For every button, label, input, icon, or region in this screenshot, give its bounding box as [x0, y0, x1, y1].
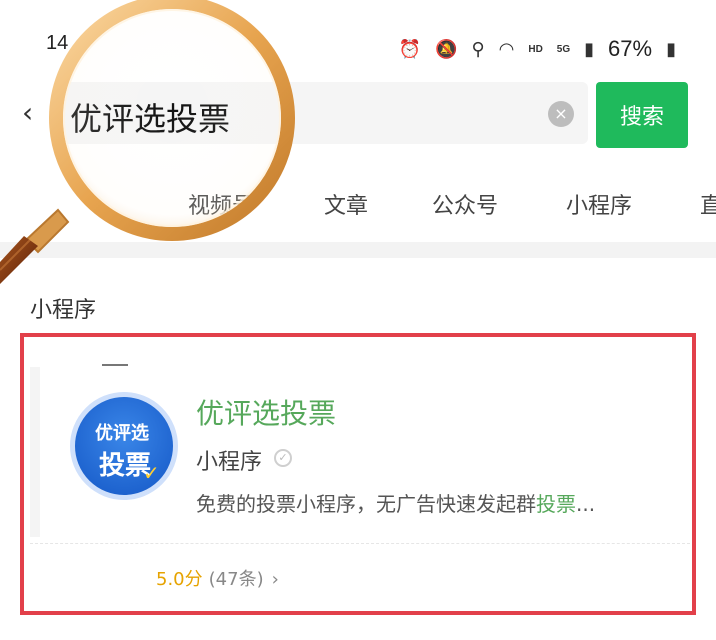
section-title: 小程序 [30, 298, 97, 323]
section-divider [0, 242, 716, 258]
battery-icon: ▮ [666, 38, 676, 59]
signal-icon: ▮ [584, 38, 595, 59]
tab-articles[interactable]: 文章 [324, 188, 368, 220]
wifi-icon: ◠ [498, 38, 515, 59]
tab-more[interactable]: 直 [700, 188, 716, 220]
battery-percent: 67% [608, 36, 653, 61]
chevron-left-icon[interactable]: ‹ [22, 96, 33, 129]
tab-official-accounts[interactable]: 公众号 [432, 188, 498, 220]
status-time: 14 [46, 32, 69, 54]
tab-mini-programs[interactable]: 小程序 [566, 188, 632, 220]
network-badge: 5G [556, 43, 571, 55]
search-button[interactable]: 搜索 [596, 82, 688, 148]
location-icon: ⚲ [471, 38, 485, 59]
mute-icon: 🔕 [435, 38, 458, 59]
hd-badge: HD [528, 43, 543, 55]
filter-tabs: 视频号 文章 公众号 小程序 直 [0, 170, 716, 380]
tab-channels[interactable]: 视频号 [188, 188, 254, 220]
search-query[interactable]: 优评选投票 [70, 94, 230, 140]
status-bar: 14 ⏰ 🔕 ⚲ ◠ HD 5G ▮ 67% ▮ [0, 0, 716, 72]
alarm-icon: ⏰ [398, 38, 422, 59]
clear-icon[interactable]: × [548, 101, 574, 127]
highlight-frame [20, 333, 696, 615]
status-icons: ⏰ 🔕 ⚲ ◠ HD 5G ▮ 67% ▮ [399, 36, 676, 62]
